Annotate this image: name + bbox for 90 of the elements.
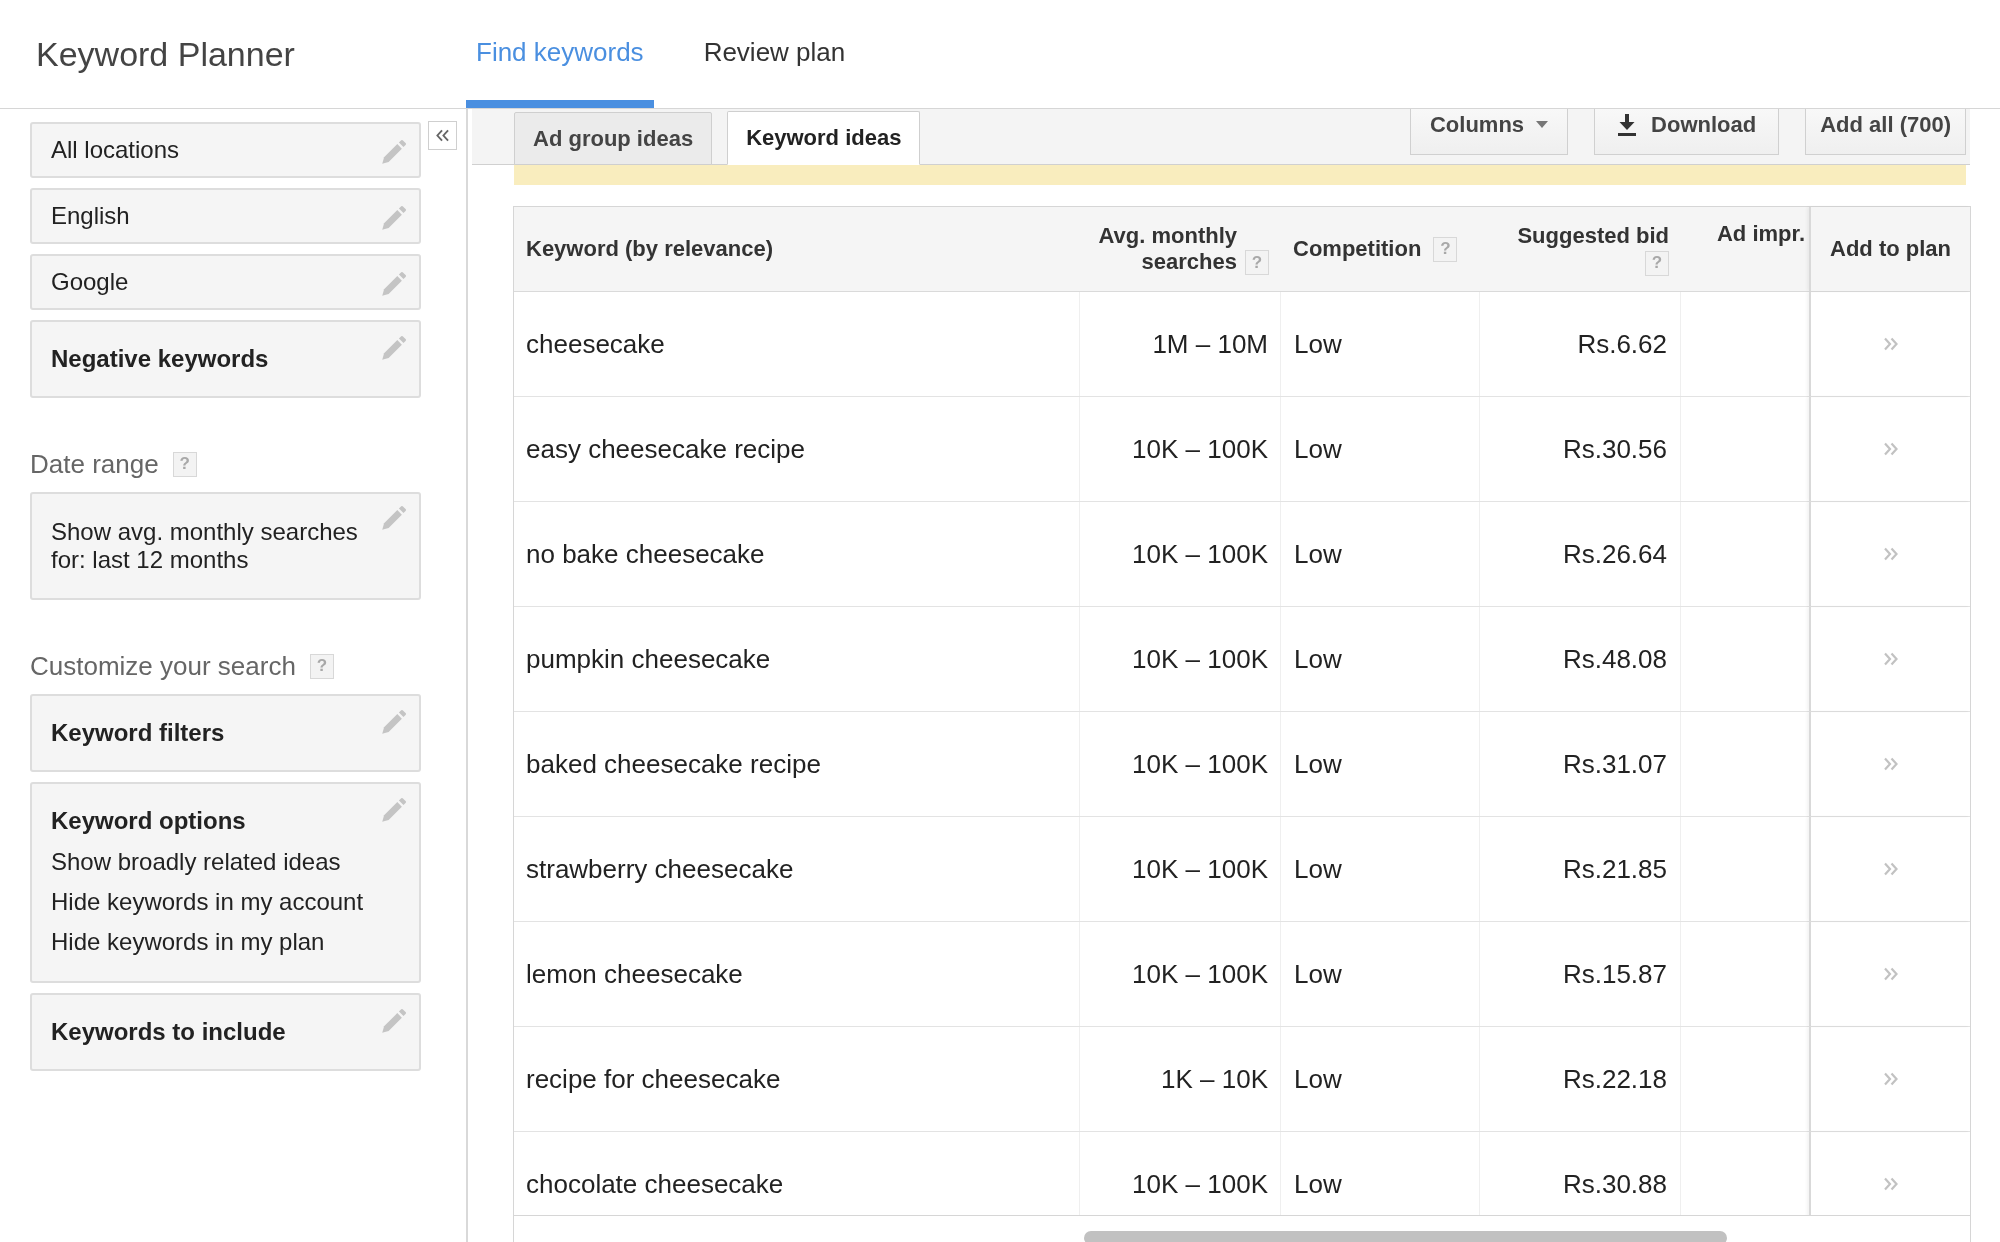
competition-cell: Low (1281, 397, 1480, 501)
section-title: Customize your search (30, 651, 296, 681)
double-chevron-icon (1882, 967, 1899, 981)
searches-cell: 10K – 100K (1080, 397, 1281, 501)
menu-button[interactable]: Columns (1409, 109, 1569, 155)
add-to-plan-button[interactable] (1882, 967, 1899, 981)
bid-cell: Rs.21.85 (1480, 817, 1681, 921)
sub-tab[interactable]: Ad group ideas (514, 112, 713, 165)
option-text: Show broadly related ideas (51, 847, 341, 877)
bid-cell: Rs.26.64 (1480, 502, 1681, 606)
scrollbar-thumb[interactable] (1084, 1231, 1727, 1242)
double-chevron-icon (1882, 757, 1899, 771)
bid-cell: Rs.30.56 (1480, 397, 1681, 501)
add-to-plan-button[interactable] (1882, 547, 1899, 561)
searches-cell: 10K – 100K (1080, 817, 1281, 921)
keyword-cell: cheesecake (514, 292, 1080, 396)
bid-cell: Rs.31.07 (1480, 712, 1681, 816)
searches-cell: 10K – 100K (1080, 922, 1281, 1026)
double-chevron-icon (1882, 1072, 1899, 1086)
competition-cell: Low (1281, 922, 1480, 1026)
searches-cell: 1M – 10M (1080, 292, 1281, 396)
add-to-plan-button[interactable] (1882, 757, 1899, 771)
double-chevron-icon (435, 129, 450, 142)
column-header[interactable]: Ad impr. (1717, 221, 1805, 247)
competition-cell: Low (1281, 292, 1480, 396)
keyword-cell: lemon cheesecake (514, 922, 1080, 1026)
column-header[interactable]: Avg. monthly searches (1092, 223, 1237, 275)
pencil-icon[interactable] (382, 272, 406, 296)
nav-tab[interactable]: Review plan (693, 0, 856, 108)
card-title: Keyword options (51, 807, 246, 835)
sub-tab[interactable]: Keyword ideas (727, 111, 921, 165)
column-header[interactable]: Keyword (by relevance) (526, 236, 773, 262)
searches-cell: 10K – 100K (1080, 607, 1281, 711)
pencil-icon[interactable] (382, 506, 406, 530)
collapse-button[interactable] (428, 121, 457, 150)
keyword-cell: baked cheesecake recipe (514, 712, 1080, 816)
add-to-plan-button[interactable] (1882, 652, 1899, 666)
toolbar-button[interactable]: Add all (700) (1805, 109, 1966, 155)
double-chevron-icon (1882, 1177, 1899, 1191)
column-header[interactable]: Competition (1293, 236, 1422, 262)
double-chevron-icon (1882, 862, 1899, 876)
pencil-icon[interactable] (382, 140, 406, 164)
caret-icon (1536, 121, 1549, 128)
option-text: Hide keywords in my account (51, 887, 364, 917)
add-to-plan-button[interactable] (1882, 1072, 1899, 1086)
keyword-cell: no bake cheesecake (514, 502, 1080, 606)
add-to-plan-button[interactable] (1882, 337, 1899, 351)
card-title: Keyword filters (51, 719, 225, 747)
add-to-plan-button[interactable] (1882, 1177, 1899, 1191)
searches-cell: 10K – 100K (1080, 712, 1281, 816)
pencil-icon[interactable] (382, 710, 406, 734)
setting-label: Google (51, 268, 129, 296)
pencil-icon[interactable] (382, 206, 406, 230)
searches-cell: 10K – 100K (1080, 502, 1281, 606)
searches-cell: 1K – 10K (1080, 1027, 1281, 1131)
competition-cell: Low (1281, 607, 1480, 711)
pencil-icon[interactable] (382, 336, 406, 360)
keyword-cell: pumpkin cheesecake (514, 607, 1080, 711)
pencil-icon[interactable] (382, 798, 406, 822)
download-button[interactable]: Download (1594, 109, 1780, 155)
double-chevron-icon (1882, 547, 1899, 561)
bid-cell: Rs.22.18 (1480, 1027, 1681, 1131)
card-title: Keywords to include (51, 1018, 286, 1046)
add-to-plan-button[interactable] (1882, 442, 1899, 456)
column-header[interactable]: Add to plan (1830, 236, 1951, 262)
pencil-icon[interactable] (382, 1009, 406, 1033)
competition-cell: Low (1281, 817, 1480, 921)
option-text: Hide keywords in my plan (51, 927, 325, 957)
add-to-plan-button[interactable] (1882, 862, 1899, 876)
setting-label: All locations (51, 136, 180, 164)
double-chevron-icon (1882, 442, 1899, 456)
column-header[interactable]: Suggested bid (1517, 222, 1669, 249)
competition-cell: Low (1281, 712, 1480, 816)
keyword-cell: strawberry cheesecake (514, 817, 1080, 921)
keyword-cell: easy cheesecake recipe (514, 397, 1080, 501)
download-icon (1617, 113, 1638, 136)
keyword-cell: chocolate cheesecake (514, 1132, 1080, 1215)
competition-cell: Low (1281, 1027, 1480, 1131)
double-chevron-icon (1882, 652, 1899, 666)
setting-label: English (51, 202, 130, 230)
section-title: Date range (30, 449, 159, 479)
card-text: Show avg. monthly searches for: last 12 months (51, 518, 359, 574)
double-chevron-icon (1882, 337, 1899, 351)
bid-cell: Rs.6.62 (1480, 292, 1681, 396)
bid-cell: Rs.15.87 (1480, 922, 1681, 1026)
card-title: Negative keywords (51, 345, 269, 373)
app-title: Keyword Planner (36, 34, 295, 74)
competition-cell: Low (1281, 502, 1480, 606)
bid-cell: Rs.48.08 (1480, 607, 1681, 711)
keyword-cell: recipe for cheesecake (514, 1027, 1080, 1131)
